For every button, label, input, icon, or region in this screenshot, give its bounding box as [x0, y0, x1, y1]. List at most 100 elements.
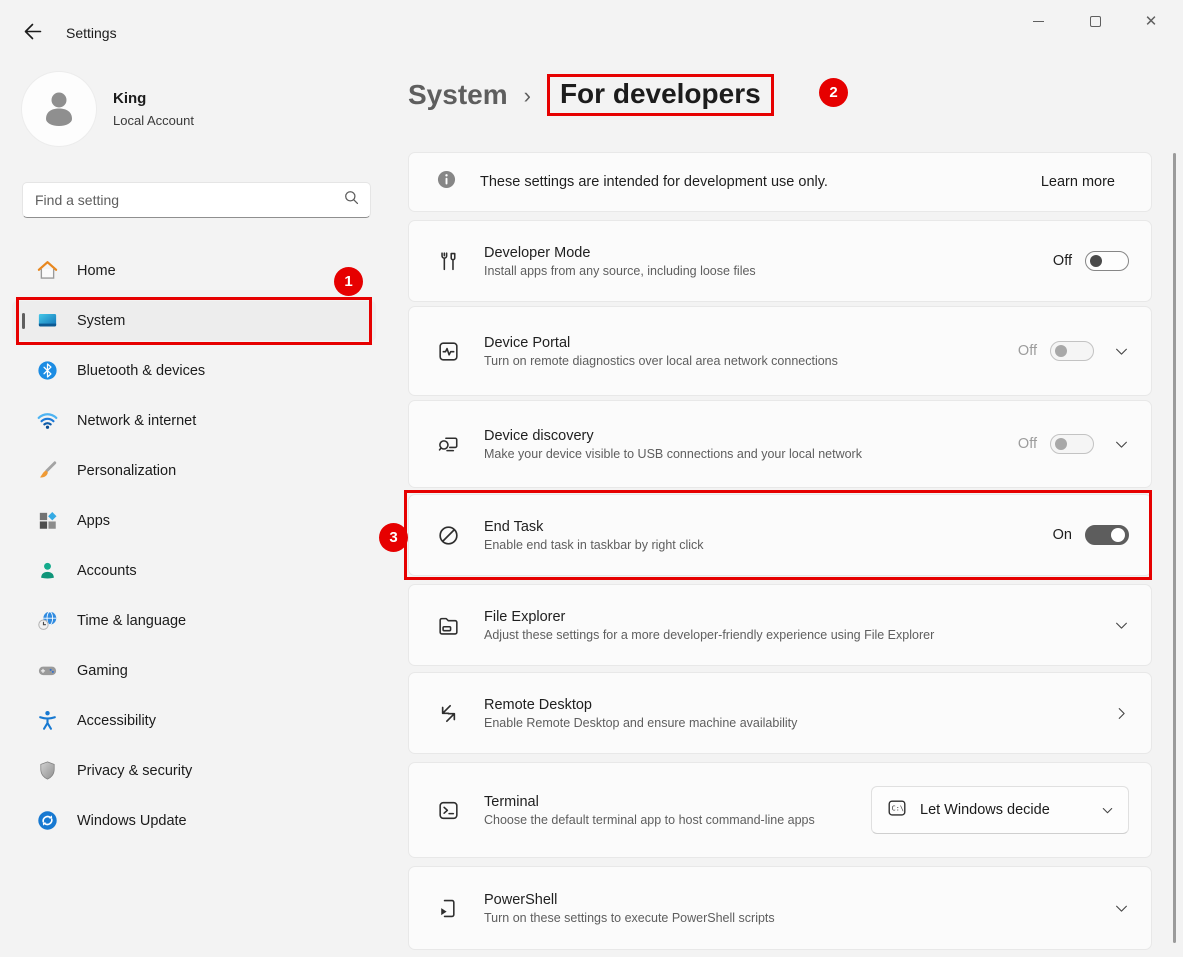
shield-icon	[36, 759, 59, 782]
maximize-icon	[1090, 16, 1101, 27]
chevron-down-icon[interactable]	[1114, 344, 1129, 359]
sidebar-item-label: Home	[77, 263, 116, 279]
row-title: Terminal	[484, 794, 815, 810]
row-end-task: End Task Enable end task in taskbar by r…	[408, 494, 1152, 576]
row-title: Remote Desktop	[484, 697, 797, 713]
chevron-down-icon[interactable]	[1114, 437, 1129, 452]
user-icon	[37, 85, 81, 134]
device-discovery-toggle	[1050, 434, 1094, 454]
sidebar-item-label: Windows Update	[77, 813, 187, 829]
sidebar-item-label: Network & internet	[77, 413, 196, 429]
row-device-discovery[interactable]: Device discovery Make your device visibl…	[408, 400, 1152, 488]
user-account-type: Local Account	[113, 113, 194, 128]
accounts-icon	[36, 559, 59, 582]
row-powershell[interactable]: PowerShell Turn on these settings to exe…	[408, 866, 1152, 950]
sidebar-item-system[interactable]: System	[12, 301, 376, 341]
personalization-icon	[36, 459, 59, 482]
sidebar-item-time-language[interactable]: Time & language	[12, 601, 376, 641]
sidebar-item-network-internet[interactable]: Network & internet	[12, 401, 376, 441]
annotation-badge-1: 1	[334, 267, 363, 296]
time-language-icon	[36, 609, 59, 632]
row-subtitle: Enable Remote Desktop and ensure machine…	[484, 716, 797, 730]
network-icon	[36, 409, 59, 432]
bluetooth-icon	[36, 359, 59, 382]
row-remote-desktop[interactable]: Remote Desktop Enable Remote Desktop and…	[408, 672, 1152, 754]
toggle-state-label: Off	[1018, 436, 1037, 452]
chevron-down-icon[interactable]	[1114, 901, 1129, 916]
avatar[interactable]	[22, 72, 96, 146]
sidebar-item-label: Apps	[77, 513, 110, 529]
powershell-icon	[435, 895, 461, 921]
developer-mode-toggle[interactable]	[1085, 251, 1129, 271]
page-title: For developers	[560, 78, 761, 109]
chevron-right-icon[interactable]	[1114, 706, 1129, 721]
sidebar-item-accounts[interactable]: Accounts	[12, 551, 376, 591]
row-subtitle: Choose the default terminal app to host …	[484, 813, 815, 827]
row-subtitle: Turn on remote diagnostics over local ar…	[484, 354, 838, 368]
row-title: End Task	[484, 519, 704, 535]
terminal-app-dropdown[interactable]: C:\ Let Windows decide	[871, 786, 1129, 834]
sidebar-item-personalization[interactable]: Personalization	[12, 451, 376, 491]
row-file-explorer[interactable]: File Explorer Adjust these settings for …	[408, 584, 1152, 666]
breadcrumb-separator: ›	[524, 81, 531, 109]
selection-indicator	[22, 313, 25, 329]
window-title: Settings	[66, 25, 117, 41]
sidebar-item-bluetooth-devices[interactable]: Bluetooth & devices	[12, 351, 376, 391]
dropdown-selected-value: Let Windows decide	[920, 802, 1050, 818]
search-input[interactable]	[35, 192, 343, 208]
remote-desktop-icon	[435, 700, 461, 726]
row-title: Device discovery	[484, 428, 862, 444]
row-developer-mode: Developer Mode Install apps from any sou…	[408, 220, 1152, 302]
sidebar-item-label: System	[77, 313, 125, 329]
breadcrumb: System › For developers	[408, 70, 774, 120]
row-device-portal[interactable]: Device Portal Turn on remote diagnostics…	[408, 306, 1152, 396]
minimize-icon	[1033, 21, 1044, 22]
chevron-down-icon[interactable]	[1114, 618, 1129, 633]
chevron-down-icon	[1101, 804, 1114, 817]
user-name: King	[113, 90, 146, 107]
sidebar-item-windows-update[interactable]: Windows Update	[12, 801, 376, 841]
device-portal-icon	[435, 338, 461, 364]
toggle-state-label: Off	[1053, 253, 1072, 269]
back-arrow-icon	[22, 21, 43, 47]
developer-mode-icon	[435, 248, 461, 274]
search-icon	[343, 189, 360, 211]
row-subtitle: Make your device visible to USB connecti…	[484, 447, 862, 461]
row-title: Device Portal	[484, 335, 838, 351]
scrollbar[interactable]	[1173, 153, 1176, 943]
sidebar-item-home[interactable]: Home	[12, 251, 376, 291]
maximize-button[interactable]	[1075, 6, 1115, 36]
windows-update-icon	[36, 809, 59, 832]
toggle-knob	[1055, 345, 1067, 357]
file-explorer-icon	[435, 612, 461, 638]
row-terminal: Terminal Choose the default terminal app…	[408, 762, 1152, 858]
row-title: PowerShell	[484, 892, 775, 908]
row-subtitle: Adjust these settings for a more develop…	[484, 628, 934, 642]
apps-icon	[36, 509, 59, 532]
home-icon	[36, 259, 59, 282]
gaming-icon	[36, 659, 59, 682]
toggle-knob	[1055, 438, 1067, 450]
row-title: File Explorer	[484, 609, 934, 625]
sidebar-item-label: Bluetooth & devices	[77, 363, 205, 379]
breadcrumb-parent[interactable]: System	[408, 79, 508, 111]
sidebar-item-label: Privacy & security	[77, 763, 192, 779]
system-icon	[36, 309, 59, 332]
end-task-icon	[435, 522, 461, 548]
sidebar-item-label: Personalization	[77, 463, 176, 479]
learn-more-button[interactable]: Learn more	[1041, 174, 1151, 190]
close-button[interactable]: ✕	[1131, 6, 1171, 36]
row-subtitle: Turn on these settings to execute PowerS…	[484, 911, 775, 925]
sidebar-item-apps[interactable]: Apps	[12, 501, 376, 541]
sidebar-item-label: Time & language	[77, 613, 186, 629]
search-box[interactable]	[22, 182, 371, 218]
device-discovery-icon	[435, 431, 461, 457]
sidebar-item-privacy-security[interactable]: Privacy & security	[12, 751, 376, 791]
sidebar-item-accessibility[interactable]: Accessibility	[12, 701, 376, 741]
end-task-toggle[interactable]	[1085, 525, 1129, 545]
device-portal-toggle	[1050, 341, 1094, 361]
sidebar-item-gaming[interactable]: Gaming	[12, 651, 376, 691]
minimize-button[interactable]	[1018, 6, 1058, 36]
sidebar-item-label: Accessibility	[77, 713, 156, 729]
back-button[interactable]	[18, 20, 46, 48]
